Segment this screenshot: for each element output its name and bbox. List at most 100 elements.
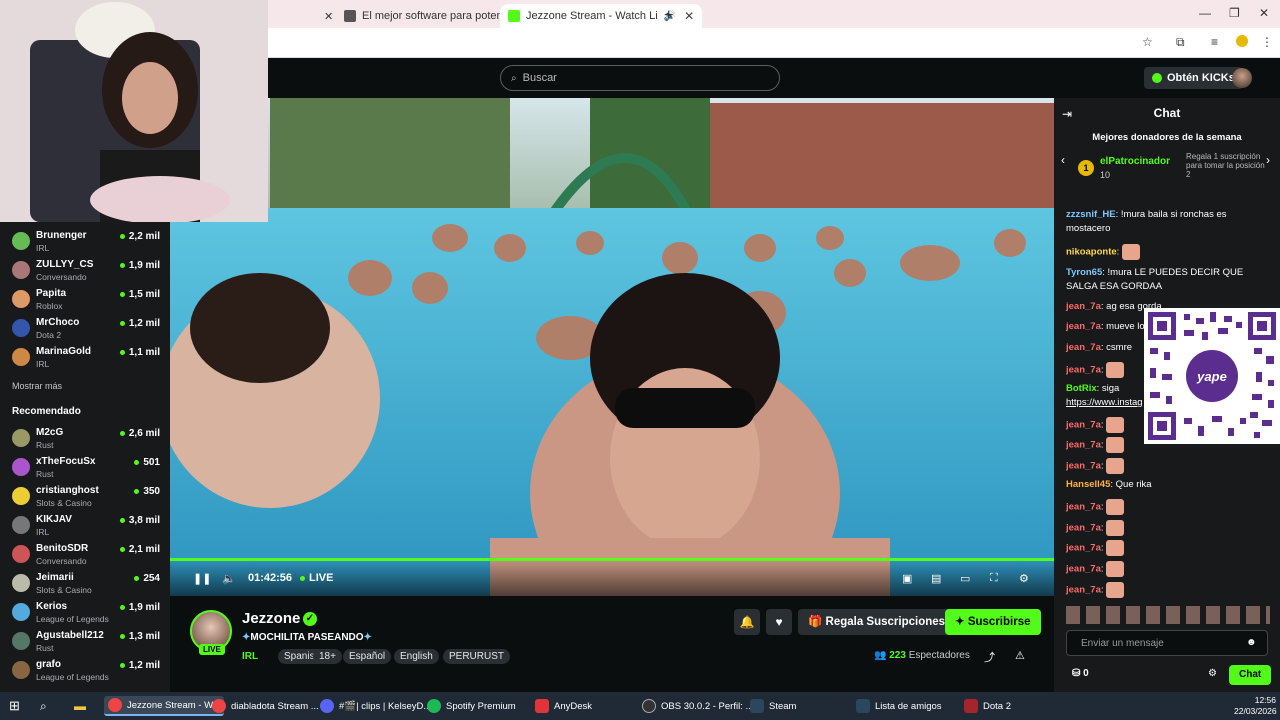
chat-username[interactable]: jean_7a (1066, 440, 1101, 451)
chat-username[interactable]: jean_7a (1066, 365, 1101, 376)
sidebar-item-agustabell212[interactable]: Agustabell212 Rust 1,3 mil (12, 628, 160, 656)
chat-send-button[interactable]: Chat (1229, 665, 1272, 685)
search-icon[interactable]: ⌕ (40, 696, 47, 716)
window-close-icon[interactable]: ✕ (1259, 6, 1269, 20)
tag[interactable]: 18+ (313, 649, 342, 664)
chat-username[interactable]: jean_7a (1066, 502, 1101, 513)
volume-icon[interactable]: 🔈 (222, 572, 236, 585)
chat-username[interactable]: BotRix (1066, 383, 1097, 394)
avatar (12, 603, 30, 621)
subscribe-button[interactable]: ✦ Suscribirse (945, 609, 1041, 635)
progress-bar[interactable] (170, 558, 1054, 561)
channel-category: League of Legends (36, 614, 109, 624)
tag[interactable]: English (394, 649, 439, 664)
sidebar-item-mrchoco[interactable]: MrChoco Dota 2 1,2 mil (12, 315, 160, 343)
menu-kebab-icon[interactable]: ⋮ (1261, 35, 1273, 49)
fullscreen-icon[interactable]: ⛶ (990, 572, 998, 585)
gift-subs-button[interactable]: 🎁 Regala Suscripciones (798, 609, 956, 635)
taskbar-item-anydesk[interactable]: AnyDesk (535, 696, 592, 716)
sidebar-item-papita[interactable]: Papita Roblox 1,5 mil (12, 286, 160, 314)
emote-icon (1106, 499, 1125, 515)
follow-heart-button[interactable]: ♥ (766, 609, 792, 635)
live-badge: LIVE (199, 644, 225, 655)
share-icon[interactable]: ⤴ (984, 649, 995, 665)
chat-text[interactable]: https://www.instag (1066, 397, 1143, 408)
emoji-picker-icon[interactable]: ☻ (1246, 637, 1257, 648)
chat-username[interactable]: jean_7a (1066, 301, 1101, 312)
windows-start-icon[interactable]: ⊞ (9, 696, 20, 716)
tag[interactable]: PERURUST (443, 649, 511, 664)
sidebar-item-grafo[interactable]: grafo League of Legends 1,2 mil (12, 657, 160, 685)
chat-username[interactable]: zzzsnif_HE (1066, 209, 1116, 220)
file-explorer-icon[interactable]: ▬ (74, 696, 86, 716)
chat-username[interactable]: jean_7a (1066, 543, 1101, 554)
show-more-link[interactable]: Mostrar más (12, 381, 62, 391)
taskbar-item-dota2[interactable]: Dota 2 (964, 696, 1011, 716)
taskbar-item-obs[interactable]: OBS 30.0.2 - Perfil: ... (642, 696, 753, 716)
theater-mode-icon[interactable]: ▭ (960, 572, 970, 585)
close-icon[interactable]: ✕ (684, 9, 694, 23)
profile-icon[interactable] (1236, 35, 1248, 47)
sidebar-item-benitosdr[interactable]: BenitoSDR Conversando 2,1 mil (12, 541, 160, 569)
chat-username[interactable]: nikoaponte (1066, 247, 1117, 258)
chat-username[interactable]: jean_7a (1066, 321, 1101, 332)
get-kicks-button[interactable]: Obtén KICKs (1144, 67, 1243, 89)
sidebar-item-jeimarii[interactable]: Jeimarii Slots & Casino 254 (12, 570, 160, 598)
report-warning-icon[interactable]: ⚠ (1015, 649, 1025, 662)
maximize-icon[interactable]: ❐ (1229, 6, 1240, 20)
taskbar-item-discord[interactable]: #🎬| clips | KelseyD... (320, 696, 431, 716)
chat-username[interactable]: jean_7a (1066, 420, 1101, 431)
pause-icon[interactable]: ❚❚ (193, 572, 211, 585)
emote-bar[interactable] (1066, 606, 1270, 624)
notification-bell-button[interactable]: 🔔 (734, 609, 760, 635)
user-avatar[interactable] (1232, 68, 1252, 88)
video-player[interactable]: ❚❚ 🔈 01:42:56 LIVE ▣ ▤ ▭ ⛶ ⚙ (170, 98, 1054, 596)
chat-username[interactable]: jean_7a (1066, 585, 1101, 596)
sidebar-item-marinagold[interactable]: MarinaGold IRL 1,1 mil (12, 344, 160, 372)
minimize-icon[interactable]: — (1199, 6, 1211, 20)
chat-username[interactable]: Tyron65 (1066, 267, 1102, 278)
sidebar-item-xthefocusx[interactable]: xTheFocuSx Rust 501 (12, 454, 160, 482)
taskbar-item-diabladota[interactable]: diabladota Stream ... (212, 696, 319, 716)
site-favicon-icon (344, 10, 356, 22)
channel-category: Slots & Casino (36, 498, 92, 508)
sidebar-item-brunenger[interactable]: Brunenger IRL 2,2 mil (12, 228, 160, 256)
taskbar-item-jezzone[interactable]: Jezzone Stream - W... (104, 696, 225, 716)
chat-message: jean_7a: (1066, 520, 1270, 536)
taskbar-item-spotify[interactable]: Spotify Premium (427, 696, 516, 716)
chat-username[interactable]: jean_7a (1066, 342, 1101, 353)
channel-name[interactable]: Jezzone (242, 610, 300, 627)
chat-username[interactable]: jean_7a (1066, 523, 1101, 534)
settings-gear-icon[interactable]: ⚙ (1019, 572, 1029, 585)
discord-icon (320, 699, 334, 713)
clip-icon[interactable]: ▤ (931, 572, 941, 585)
live-dot-icon (300, 575, 305, 581)
chat-username[interactable]: Hansell45 (1066, 479, 1110, 490)
miniplayer-icon[interactable]: ▣ (902, 572, 912, 585)
tab-close-icon[interactable]: ✕ (324, 4, 333, 28)
sidebar-item-cristianghost[interactable]: cristianghost Slots & Casino 350 (12, 483, 160, 511)
extensions-icon[interactable]: ⧉ (1176, 35, 1185, 50)
chevron-left-icon[interactable]: ‹ (1061, 153, 1065, 167)
channel-name: MarinaGold (36, 346, 92, 357)
media-control-icon[interactable]: ≡ (1211, 35, 1218, 49)
stream-category[interactable]: IRL (242, 651, 258, 662)
taskbar-item-friends[interactable]: Lista de amigos (856, 696, 942, 716)
system-clock[interactable]: 12:56 22/03/2026 (1234, 695, 1277, 717)
sidebar-item-zullyy[interactable]: ZULLYY_CS Conversando 1,9 mil (12, 257, 160, 285)
search-input[interactable]: ⌕ Buscar (500, 65, 780, 91)
new-tab-icon[interactable]: + (664, 4, 673, 28)
chat-message-input[interactable]: Enviar un mensaje (1066, 630, 1268, 656)
tag[interactable]: Español (343, 649, 392, 664)
chat-settings-icon[interactable]: ⚙ (1208, 668, 1217, 679)
sidebar-item-m2cg[interactable]: M2cG Rust 2,6 mil (12, 425, 160, 453)
chat-username[interactable]: jean_7a (1066, 461, 1101, 472)
sidebar-item-kikjav[interactable]: KIKJAV IRL 3,8 mil (12, 512, 160, 540)
chat-username[interactable]: jean_7a (1066, 564, 1101, 575)
webcam-overlay (0, 0, 268, 222)
channel-points[interactable]: ⛁ 0 (1072, 668, 1089, 679)
donor-name[interactable]: elPatrocinador (1100, 156, 1170, 167)
sidebar-item-kerios[interactable]: Kerios League of Legends 1,9 mil (12, 599, 160, 627)
bookmark-star-icon[interactable]: ☆ (1142, 35, 1153, 49)
taskbar-item-steam[interactable]: Steam (750, 696, 796, 716)
